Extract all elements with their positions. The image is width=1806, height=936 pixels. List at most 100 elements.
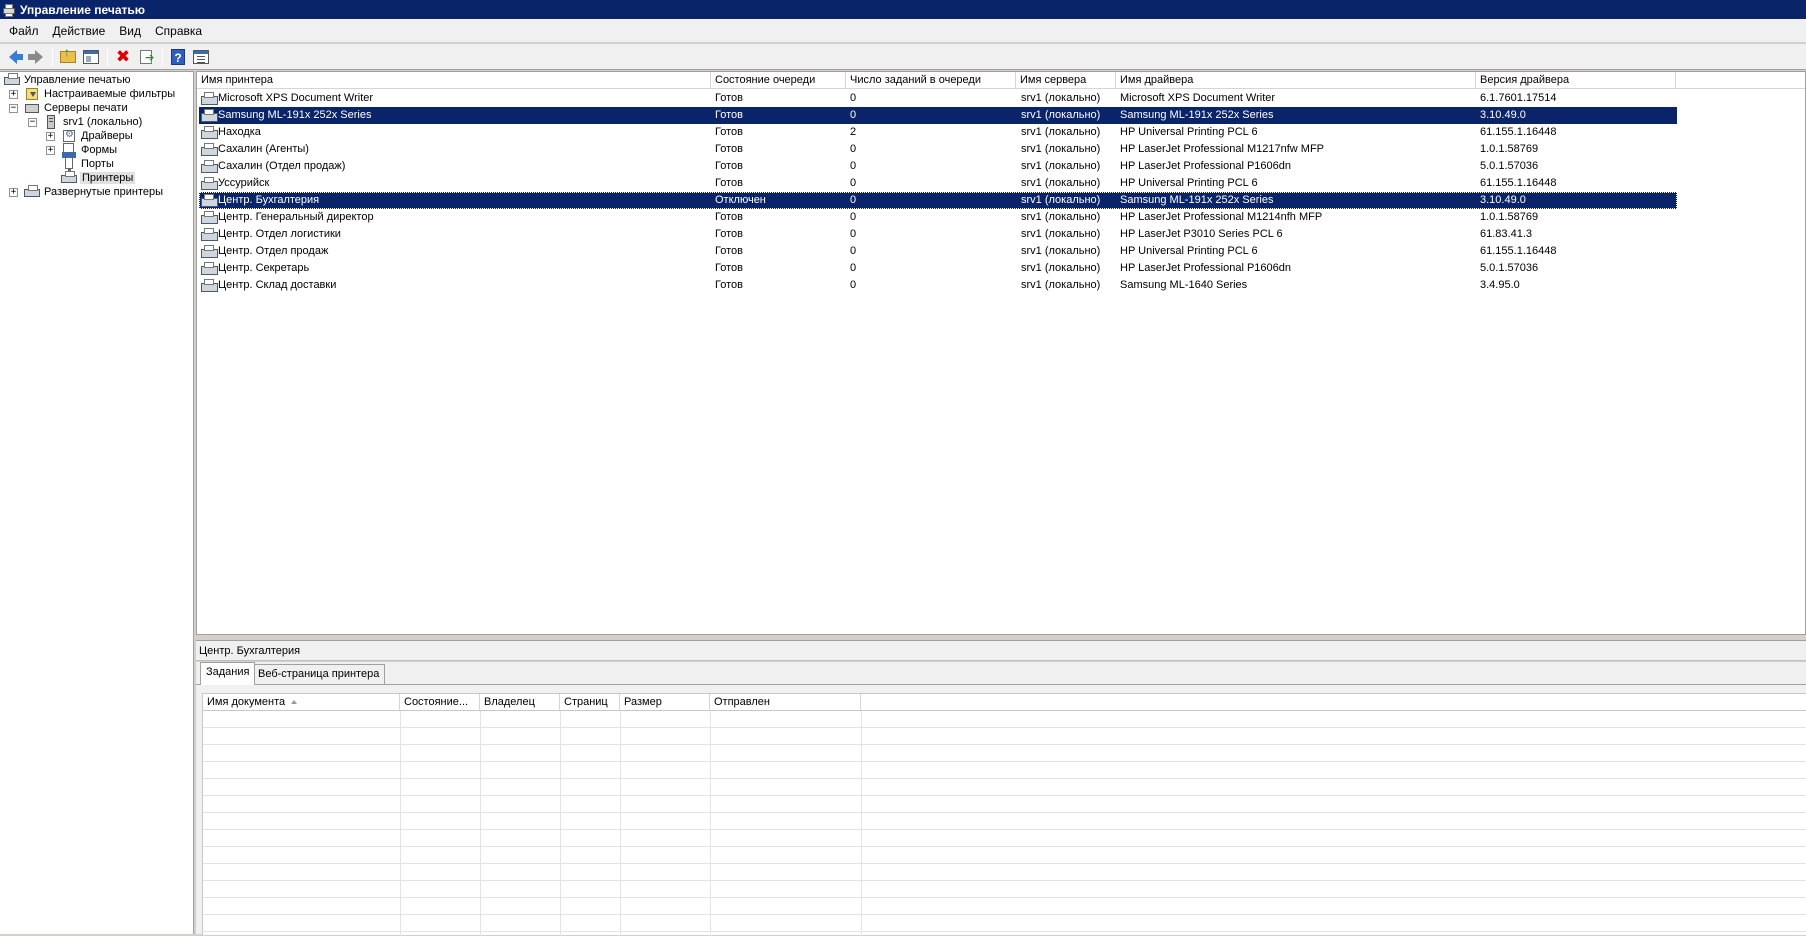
cell-queue-status: Готов	[715, 92, 743, 104]
column-document-name[interactable]: Имя документа	[203, 694, 400, 711]
cell-driver-name: Samsung ML-1640 Series	[1120, 279, 1248, 291]
printer-icon	[201, 228, 218, 241]
forward-button[interactable]	[25, 46, 47, 68]
server-icon	[43, 115, 59, 129]
printer-row[interactable]: Центр. Склад доставки Готов 0 srv1 (локальн…	[199, 277, 1677, 294]
cell-server-name: srv1 (локально)	[1021, 109, 1101, 121]
properties-icon	[193, 49, 209, 64]
column-server-name[interactable]: Имя сервера	[1016, 72, 1116, 89]
help-icon: ?	[171, 48, 185, 65]
help-button[interactable]: ?	[167, 46, 189, 68]
tab-printer-web-page[interactable]: Веб-страница принтера	[252, 664, 386, 684]
printer-icon	[201, 279, 218, 292]
column-submitted[interactable]: Отправлен	[710, 694, 861, 711]
cell-server-name: srv1 (локально)	[1021, 262, 1101, 274]
printer-icon	[201, 245, 218, 258]
cell-queue-status: Готов	[715, 245, 743, 257]
printer-icon	[24, 185, 40, 199]
column-queue-status[interactable]: Состояние очереди	[711, 72, 846, 89]
grid-line	[480, 711, 481, 936]
printer-row[interactable]: Уссурийск Готов 0 srv1 (локально) HP Univers…	[199, 175, 1677, 192]
printer-row[interactable]: Сахалин (Агенты) Готов 0 srv1 (локально) HP …	[199, 141, 1677, 158]
cell-jobs-count: 0	[850, 109, 857, 121]
printer-row[interactable]: Сахалин (Отдел продаж) Готов 0 srv1 (локаль…	[199, 158, 1677, 175]
delete-button[interactable]: ✖	[112, 46, 134, 68]
printer-row[interactable]: Находка Готов 2 srv1 (локально) HP Universal…	[199, 124, 1677, 141]
tree-node-label: srv1 (локально)	[63, 116, 143, 128]
cell-server-name: srv1 (локально)	[1021, 211, 1101, 223]
tree-node-deployed-printers[interactable]: + Развернутые принтеры	[9, 184, 164, 200]
cell-driver-version: 1.0.1.58769	[1480, 211, 1539, 223]
toolbar-separator	[52, 47, 53, 66]
menu-action[interactable]: Действие	[46, 24, 113, 38]
cell-driver-name: HP Universal Printing PCL 6	[1120, 177, 1258, 189]
expand-icon[interactable]: +	[9, 187, 18, 197]
printer-row[interactable]: Центр. Генеральный директор Готов 0 srv1 (л…	[199, 209, 1677, 226]
cell-queue-status: Отключен	[715, 194, 766, 206]
forward-arrow-icon	[28, 49, 43, 64]
cell-printer-name: Сахалин (Агенты)	[218, 143, 309, 155]
printer-row[interactable]: Центр. Отдел логистики Готов 0 srv1 (локаль…	[199, 226, 1677, 243]
export-list-button[interactable]	[135, 46, 157, 68]
printer-row[interactable]: Центр. Бухгалтерия Отключен 0 srv1 (локальн…	[199, 192, 1677, 209]
cell-driver-version: 6.1.7601.17514	[1480, 92, 1557, 104]
column-driver-version[interactable]: Версия драйвера	[1476, 72, 1676, 89]
column-owner[interactable]: Владелец	[480, 694, 560, 711]
cell-server-name: srv1 (локально)	[1021, 279, 1101, 291]
back-arrow-icon	[9, 49, 23, 64]
cell-driver-name: HP LaserJet Professional M1214nfh MFP	[1120, 211, 1323, 223]
column-size[interactable]: Размер	[620, 694, 710, 711]
back-button[interactable]	[2, 46, 24, 68]
cell-driver-name: Microsoft XPS Document Writer	[1120, 92, 1276, 104]
tree-node-label: Принтеры	[80, 172, 136, 184]
grid-line	[560, 711, 561, 936]
cell-printer-name: Центр. Отдел логистики	[218, 228, 341, 240]
cell-jobs-count: 0	[850, 160, 857, 172]
detail-title: Центр. Бухгалтерия	[196, 640, 1806, 661]
cell-driver-version: 1.0.1.58769	[1480, 143, 1539, 155]
toolbar-separator	[162, 47, 163, 66]
tree-node-label: Порты	[81, 158, 114, 170]
show-hide-tree-button[interactable]	[80, 46, 102, 68]
printer-icon	[201, 194, 218, 207]
cell-driver-version: 61.155.1.16448	[1480, 126, 1557, 138]
cell-queue-status: Готов	[715, 262, 743, 274]
jobs-header: Имя документа Состояние... Владелец Стра…	[203, 694, 1806, 711]
collapse-icon[interactable]: −	[28, 117, 37, 127]
cell-printer-name: Microsoft XPS Document Writer	[218, 92, 374, 104]
servers-icon	[24, 101, 40, 115]
printer-row[interactable]: Центр. Секретарь Готов 0 srv1 (локально) HP …	[199, 260, 1677, 277]
cell-jobs-count: 0	[850, 177, 857, 189]
column-driver-name[interactable]: Имя драйвера	[1116, 72, 1476, 89]
column-printer-name[interactable]: Имя принтера	[197, 72, 711, 89]
cell-jobs-count: 0	[850, 92, 857, 104]
expand-icon[interactable]: +	[46, 131, 55, 141]
printer-row[interactable]: Центр. Отдел продаж Готов 0 srv1 (локально)…	[199, 243, 1677, 260]
grid-line	[710, 711, 711, 936]
printer-icon	[2, 3, 16, 17]
menu-help[interactable]: Справка	[148, 24, 209, 38]
column-pages[interactable]: Страниц	[560, 694, 620, 711]
column-jobs-in-queue[interactable]: Число заданий в очереди	[846, 72, 1016, 89]
cell-queue-status: Готов	[715, 109, 743, 121]
printer-row[interactable]: Samsung ML-191x 252x Series Готов 0 srv1 (л…	[199, 107, 1677, 124]
jobs-panel: Имя документа Состояние... Владелец Стра…	[196, 684, 1806, 936]
tab-jobs[interactable]: Задания	[200, 662, 256, 685]
expand-icon[interactable]: +	[9, 89, 18, 99]
cell-server-name: srv1 (локально)	[1021, 160, 1101, 172]
column-job-status[interactable]: Состояние...	[400, 694, 480, 711]
menu-file[interactable]: Файл	[2, 24, 46, 38]
cell-queue-status: Готов	[715, 228, 743, 240]
cell-printer-name: Сахалин (Отдел продаж)	[218, 160, 346, 172]
grid-line	[861, 711, 862, 936]
up-level-button[interactable]	[57, 45, 79, 68]
cell-driver-version: 61.155.1.16448	[1480, 177, 1557, 189]
cell-driver-name: HP LaserJet P3010 Series PCL 6	[1120, 228, 1283, 240]
cell-server-name: srv1 (локально)	[1021, 177, 1101, 189]
cell-driver-name: Samsung ML-191x 252x Series	[1120, 109, 1274, 121]
printer-row[interactable]: Microsoft XPS Document Writer Готов 0 srv1 …	[199, 90, 1677, 107]
expand-icon[interactable]: +	[46, 145, 55, 155]
properties-button[interactable]	[190, 46, 212, 68]
menu-view[interactable]: Вид	[112, 24, 148, 38]
collapse-icon[interactable]: −	[9, 103, 18, 113]
